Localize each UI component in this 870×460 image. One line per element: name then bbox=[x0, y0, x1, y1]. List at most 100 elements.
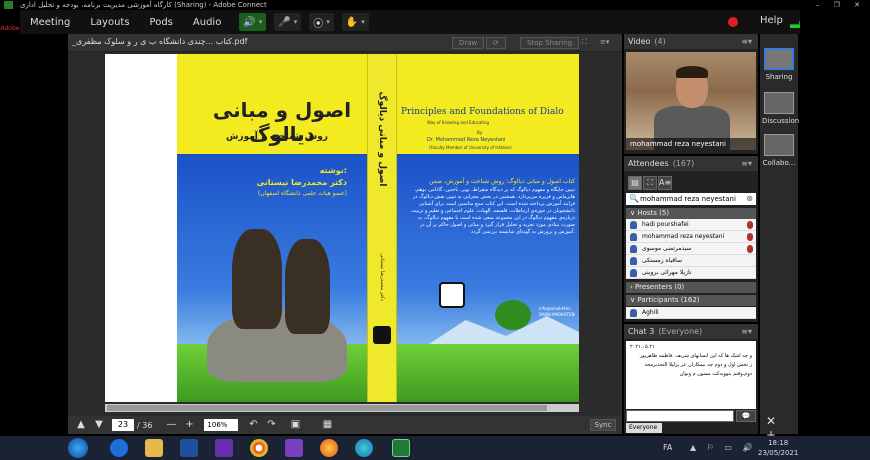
sync-button[interactable]: Sync bbox=[590, 419, 616, 431]
mic-icon bbox=[747, 221, 753, 229]
help-menu[interactable]: Help bbox=[760, 15, 783, 26]
visual-studio-icon[interactable] bbox=[215, 439, 233, 457]
send-message-icon[interactable]: 💬 bbox=[736, 410, 756, 422]
chat-pod-header: Chat 3 (Everyone) ≡▾ bbox=[624, 324, 758, 340]
attendee-search-input[interactable]: 🔍 mohammad reza neyestani ⊗ bbox=[626, 193, 756, 205]
sync-view-icon[interactable]: ⟳ bbox=[486, 37, 506, 49]
presenter-hair bbox=[676, 66, 708, 78]
draw-button[interactable]: Draw bbox=[452, 37, 485, 49]
redo-icon[interactable]: ↷ bbox=[262, 418, 280, 432]
attendee-row[interactable]: نازیلا مهرائی بروینی bbox=[626, 267, 756, 279]
internet-explorer-icon[interactable] bbox=[110, 439, 128, 457]
input-language[interactable]: FA bbox=[663, 443, 672, 452]
document-controls: ▲ ▼ 23 / 36 — + 106% ↶ ↷ ▣ ▦ Sync bbox=[68, 416, 622, 434]
horizontal-scrollbar[interactable] bbox=[105, 404, 579, 412]
attendee-row[interactable]: hadi pourshafei bbox=[626, 219, 756, 231]
attendee-search-value: mohammad reza neyestani bbox=[640, 195, 736, 203]
publisher-emblem-icon bbox=[439, 282, 465, 308]
previous-page-icon[interactable]: ▲ bbox=[72, 418, 90, 432]
menu-meeting[interactable]: Meeting bbox=[20, 17, 80, 28]
layout-discussion[interactable]: Discussion bbox=[762, 92, 799, 125]
firefox-icon[interactable] bbox=[320, 439, 338, 457]
zoom-out-icon[interactable]: — bbox=[162, 418, 180, 432]
chat-message: ۲۰۲۱.۰۵.۲۱ bbox=[630, 344, 655, 350]
pod-menu-icon[interactable]: ≡▾ bbox=[594, 37, 615, 49]
attendee-row[interactable]: ساقیاه زمستکی bbox=[626, 255, 756, 267]
hosts-group-header[interactable]: ∨ Hosts (5) bbox=[626, 208, 756, 219]
layout-label: Collabo... bbox=[762, 159, 796, 167]
user-icon bbox=[630, 221, 637, 229]
chat-input[interactable] bbox=[626, 410, 734, 422]
user-icon bbox=[630, 269, 637, 277]
cover-by: By bbox=[477, 130, 483, 135]
camera-icon: ⦿ bbox=[313, 18, 324, 30]
pod-menu-icon[interactable]: ≡▾ bbox=[741, 324, 752, 340]
attendee-row[interactable]: سیدمرتضی موسوی bbox=[626, 243, 756, 255]
cover-author-label: نوشته: bbox=[319, 166, 347, 175]
pod-menu-icon[interactable]: ≡▾ bbox=[741, 34, 752, 50]
cover-subtitle-persian: روش شناخت و آموزش bbox=[225, 132, 328, 142]
start-button-icon[interactable] bbox=[68, 438, 88, 458]
share-pod-header: _کتاب ...چندی دانشگاه ب ی ر و سلوک مظفری… bbox=[68, 34, 622, 52]
spine-author: دکتر محمدرضا نیستانی bbox=[379, 253, 385, 301]
clock-time: 18:18 bbox=[768, 439, 789, 447]
file-explorer-icon[interactable] bbox=[145, 439, 163, 457]
layout-thumbnail bbox=[764, 92, 794, 114]
layout-sharing[interactable]: Sharing bbox=[764, 48, 794, 81]
zoom-select[interactable]: 106% bbox=[204, 419, 239, 431]
menu-bar: Adobe Meeting Layouts Pods Audio 🔊 ▾ 🎤 ▾ ⦿… bbox=[0, 10, 870, 34]
mic-icon bbox=[747, 233, 753, 241]
fit-page-icon[interactable]: ▣ bbox=[286, 418, 304, 432]
page-number-input[interactable]: 23 bbox=[112, 419, 134, 431]
menu-layouts[interactable]: Layouts bbox=[80, 17, 139, 28]
back-cover-blurb: تبیین جایگاه و مفهوم دیالوگ که بر دیدگاه… bbox=[411, 187, 575, 235]
cover-affiliation-english: (Faculty Member of University of Isfahan… bbox=[429, 145, 512, 150]
user-icon bbox=[630, 233, 637, 241]
thumbnails-icon[interactable]: ▦ bbox=[318, 418, 336, 432]
participants-group-header[interactable]: ∨ Participants (162) bbox=[626, 295, 756, 306]
publisher-contact: info@amokhten WWW.AMOKHTEN bbox=[539, 306, 575, 317]
chat-messages[interactable]: ۲۰۲۱.۰۵.۲۱ و چه اشک ها که این انسانهای ش… bbox=[626, 341, 756, 409]
cover-author-english: Dr. Mohammad Reza Neyestani bbox=[427, 137, 506, 143]
system-clock[interactable]: 18:18 23/05/2021 bbox=[758, 438, 798, 458]
menu-audio[interactable]: Audio bbox=[183, 17, 231, 28]
layout-label: Sharing bbox=[765, 73, 793, 81]
window-controls[interactable]: – ❐ ✕ bbox=[816, 0, 866, 10]
spine-title: اصول و مبانی دیالوگ bbox=[377, 91, 387, 187]
chrome-icon[interactable] bbox=[250, 439, 268, 457]
chevron-down-icon: ▾ bbox=[326, 18, 330, 26]
adobe-connect-icon[interactable] bbox=[392, 439, 410, 457]
presenters-group-header[interactable]: › Presenters (0) bbox=[626, 282, 756, 293]
attendee-row[interactable]: mohammad reza neyestani bbox=[626, 231, 756, 243]
document-page[interactable]: اصول و مبانی دیالوگ روش شناخت و آموزش نو… bbox=[105, 54, 579, 402]
cover-title-english: Principles and Foundations of Dialo bbox=[401, 107, 564, 117]
scrollbar-thumb[interactable] bbox=[107, 405, 547, 411]
next-page-icon[interactable]: ▼ bbox=[90, 418, 108, 432]
status-view-icon[interactable]: A≡ bbox=[658, 176, 672, 190]
visual-studio-icon[interactable] bbox=[285, 439, 303, 457]
layout-collaboration[interactable]: Collabo... bbox=[762, 134, 796, 167]
edge-icon[interactable] bbox=[355, 439, 373, 457]
attendee-row[interactable]: Aghili bbox=[626, 307, 756, 319]
breakout-view-icon[interactable]: ⛶ bbox=[643, 176, 657, 190]
menu-pods[interactable]: Pods bbox=[140, 17, 183, 28]
webcam-button[interactable]: ⦿ ▾ bbox=[309, 13, 334, 31]
video-pod-header: Video (4) ≡▾ bbox=[624, 34, 758, 50]
attendees-count: (167) bbox=[672, 159, 695, 168]
webcam-feed[interactable]: mohammad reza neyestani bbox=[626, 52, 756, 150]
list-view-icon[interactable]: ▤ bbox=[628, 176, 642, 190]
clear-search-icon[interactable]: ⊗ bbox=[746, 193, 753, 205]
pod-menu-icon[interactable]: ≡▾ bbox=[741, 156, 752, 172]
microphone-button[interactable]: 🎤 ▾ bbox=[274, 13, 302, 31]
fullscreen-icon[interactable]: ⛶ bbox=[576, 37, 593, 49]
stop-sharing-button[interactable]: Stop Sharing bbox=[520, 37, 580, 49]
undo-icon[interactable]: ↶ bbox=[244, 418, 262, 432]
chat-message: دوم،وقتم بتوویدکت ممنون م ونوان bbox=[679, 371, 752, 377]
raise-hand-icon: ✋ bbox=[345, 16, 359, 28]
chat-tab-everyone[interactable]: Everyone bbox=[626, 423, 662, 433]
zoom-in-icon[interactable]: + bbox=[180, 418, 198, 432]
speaker-button[interactable]: 🔊 ▾ bbox=[239, 13, 267, 31]
status-button[interactable]: ✋ ▾ bbox=[341, 13, 369, 31]
system-tray-icons[interactable]: ▲ ⚐ ▭ 🔊 bbox=[690, 443, 756, 452]
word-icon[interactable] bbox=[180, 439, 198, 457]
